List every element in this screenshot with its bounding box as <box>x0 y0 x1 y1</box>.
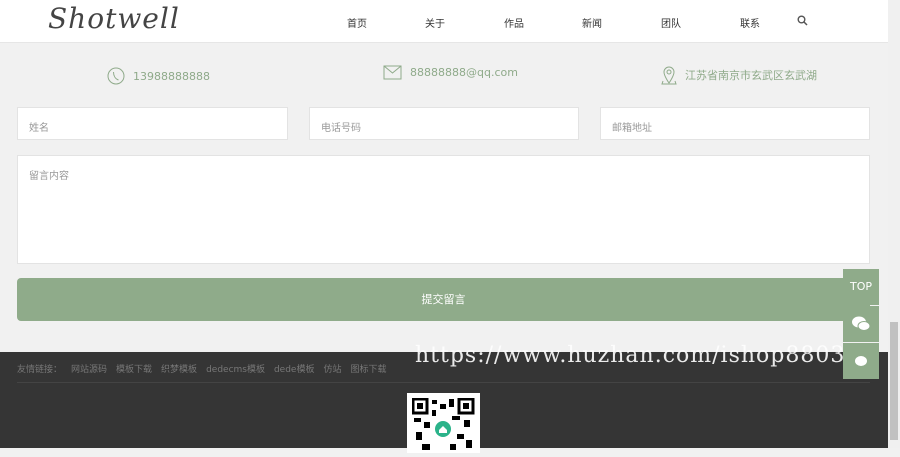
link-item[interactable]: dedecms模板 <box>206 362 265 375</box>
links-label: 友情链接： <box>17 365 63 375</box>
link-item[interactable]: 织梦模板 <box>161 362 197 375</box>
wechat-icon <box>852 316 871 331</box>
nav-contact[interactable]: 联系 <box>740 15 760 30</box>
contact-email: 88888888@qq.com <box>383 65 518 80</box>
wechat-button[interactable] <box>843 306 879 342</box>
name-input[interactable]: 姓名 <box>17 107 288 140</box>
phone-icon <box>107 67 125 85</box>
nav-home[interactable]: 首页 <box>347 15 367 30</box>
search-icon[interactable] <box>797 15 808 29</box>
phone-input[interactable]: 电话号码 <box>309 107 579 140</box>
qr-code <box>407 393 480 453</box>
address-text: 江苏省南京市玄武区玄武湖 <box>685 69 817 82</box>
nav-team[interactable]: 团队 <box>661 15 681 30</box>
logo[interactable]: Shotwell <box>48 2 180 35</box>
mail-icon <box>383 65 402 80</box>
link-item[interactable]: dede模板 <box>274 362 315 375</box>
link-item[interactable]: 网站源码 <box>71 362 107 375</box>
back-to-top-button[interactable]: TOP <box>843 269 879 305</box>
submit-button[interactable]: 提交留言 <box>17 278 870 321</box>
link-item[interactable]: 图标下载 <box>351 362 387 375</box>
header: Shotwell 首页 关于 作品 新闻 团队 联系 <box>0 0 888 43</box>
divider <box>17 382 870 383</box>
link-item[interactable]: 模板下载 <box>116 362 152 375</box>
phone-text: 13988888888 <box>133 69 210 83</box>
friend-links: 友情链接： 网站源码 模板下载 织梦模板 dedecms模板 dede模板 仿站… <box>17 362 387 375</box>
nav-works[interactable]: 作品 <box>504 15 524 30</box>
email-text: 88888888@qq.com <box>410 66 518 79</box>
link-item[interactable]: 仿站 <box>323 362 341 375</box>
chat-icon <box>855 356 867 366</box>
scrollbar-thumb[interactable] <box>890 322 898 440</box>
watermark: https://www.huzhan.com/ishop8803 <box>415 343 846 368</box>
location-icon <box>661 66 677 85</box>
nav-news[interactable]: 新闻 <box>582 15 602 30</box>
qq-button[interactable] <box>843 343 879 379</box>
contact-address: 江苏省南京市玄武区玄武湖 <box>661 65 817 85</box>
message-textarea[interactable]: 留言内容 <box>17 155 870 264</box>
contact-phone: 13988888888 <box>107 67 210 85</box>
nav-about[interactable]: 关于 <box>425 15 445 30</box>
email-input[interactable]: 邮箱地址 <box>600 107 870 140</box>
